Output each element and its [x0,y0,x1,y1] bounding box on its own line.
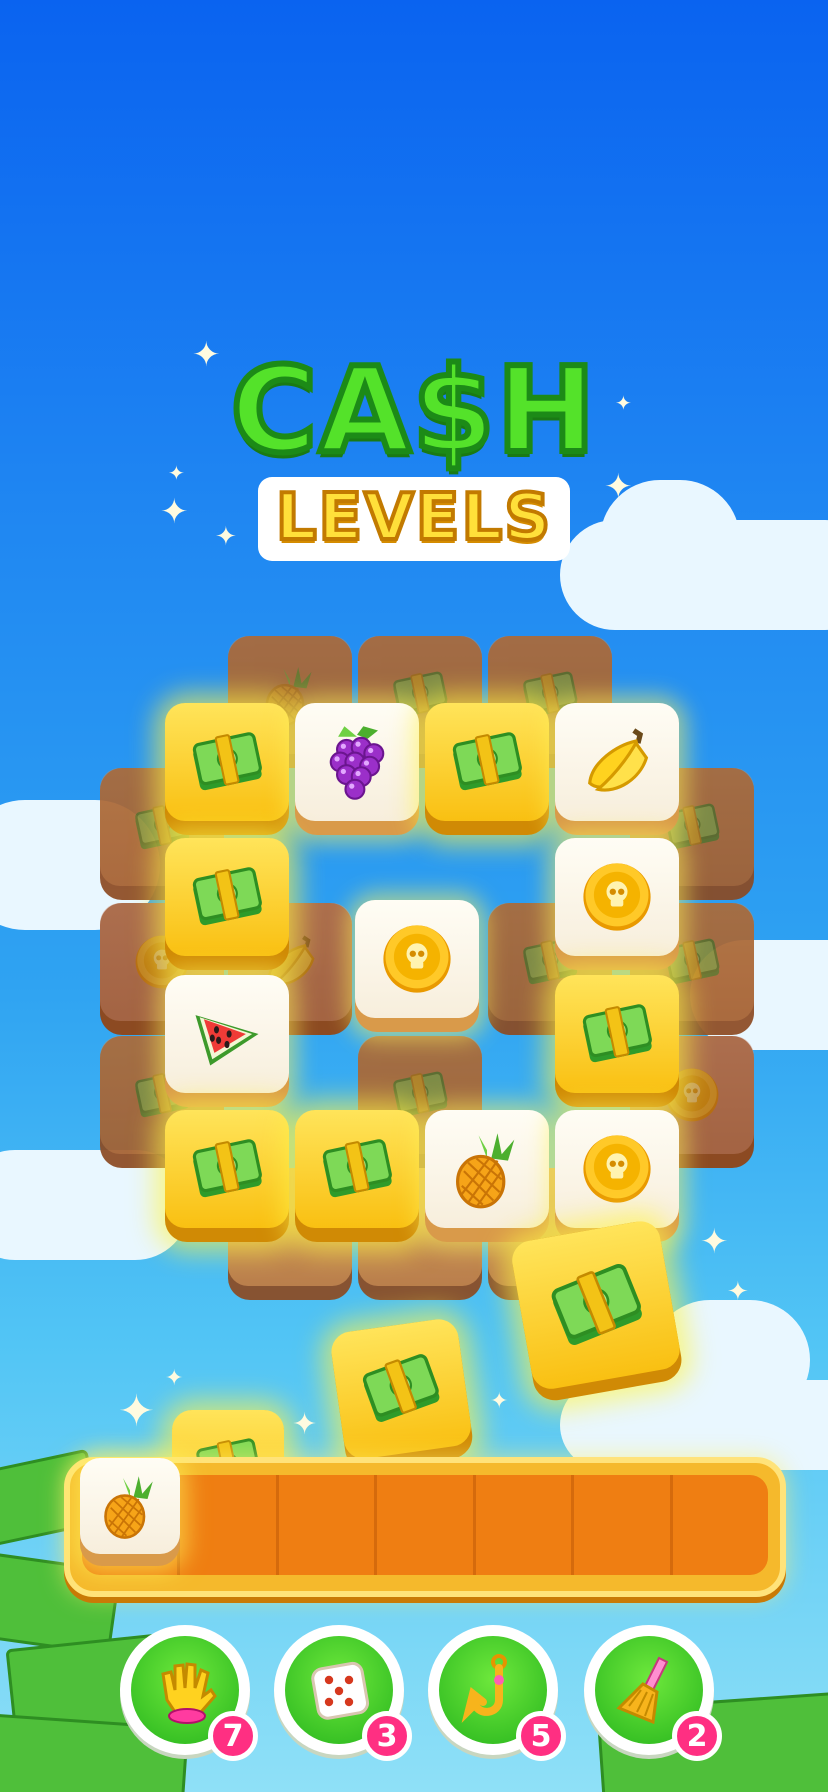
title-levels: LEVELS [257,477,571,561]
tile-coin[interactable] [555,1110,679,1242]
tray-slot [574,1475,673,1575]
tile-pineapple[interactable] [425,1110,549,1242]
pineapple-icon [425,1110,549,1228]
coin-icon [555,838,679,956]
booster-broom-button[interactable]: 2 [584,1625,722,1761]
cash-icon [328,1316,474,1462]
sparkle-icon: ✦ [490,1389,509,1414]
tile-coin[interactable] [355,900,479,1032]
game-title: CA$H LEVELS [0,341,828,561]
tray-slot [279,1475,378,1575]
booster-dice-button[interactable]: 3 [274,1625,412,1761]
tray-tile-pineapple [80,1458,180,1566]
tray-slot [180,1475,279,1575]
tile-cash[interactable] [165,1110,289,1242]
sparkle-icon: ✦ [700,1222,729,1262]
flying-tile-cash [328,1316,476,1474]
tile-grapes[interactable] [295,703,419,835]
sparkle-icon: ✦ [118,1386,155,1437]
tile-banana[interactable] [555,703,679,835]
tile-cash[interactable] [165,703,289,835]
banana-icon [555,703,679,821]
sparkle-icon: ✦ [168,461,185,485]
cash-icon [509,1218,683,1392]
coin-icon [555,1110,679,1228]
booster-count-badge: 2 [672,1711,722,1761]
cash-icon [555,975,679,1093]
flying-tile-cash [509,1218,685,1404]
pineapple-icon [80,1458,180,1554]
tray-slot [377,1475,476,1575]
tray-slot [673,1475,768,1575]
tile-watermelon[interactable] [165,975,289,1107]
cash-icon [295,1110,419,1228]
sparkle-icon: ✦ [727,1277,749,1307]
game-scene: CA$H LEVELS ✦ ✦ ✦ ✦ ✦ ✦ ✦ ✦ ✦ ✦ ✦ ✦ 7 3 … [0,0,828,1792]
grapes-icon [295,703,419,821]
tile-cash[interactable] [555,975,679,1107]
sparkle-icon: ✦ [165,1366,184,1391]
tile-cash[interactable] [425,703,549,835]
tray-slot [476,1475,575,1575]
tray-slots [82,1475,768,1575]
cash-icon [425,703,549,821]
booster-count-badge: 5 [516,1711,566,1761]
tile-cash[interactable] [295,1110,419,1242]
sparkle-icon: ✦ [192,335,221,375]
sparkle-icon: ✦ [604,467,633,507]
sparkle-icon: ✦ [160,492,189,532]
sparkle-icon: ✦ [292,1407,318,1442]
sparkle-icon: ✦ [215,522,237,552]
tile-cash[interactable] [165,838,289,970]
coin-icon [355,900,479,1018]
booster-hook-button[interactable]: 5 [428,1625,566,1761]
watermelon-icon [165,975,289,1093]
tile-coin[interactable] [555,838,679,970]
booster-glove-button[interactable]: 7 [120,1625,258,1761]
booster-count-badge: 7 [208,1711,258,1761]
sparkle-icon: ✦ [615,391,632,415]
cash-icon [165,838,289,956]
cash-icon [165,703,289,821]
booster-count-badge: 3 [362,1711,412,1761]
title-cash: CA$H [228,341,599,479]
cash-icon [165,1110,289,1228]
